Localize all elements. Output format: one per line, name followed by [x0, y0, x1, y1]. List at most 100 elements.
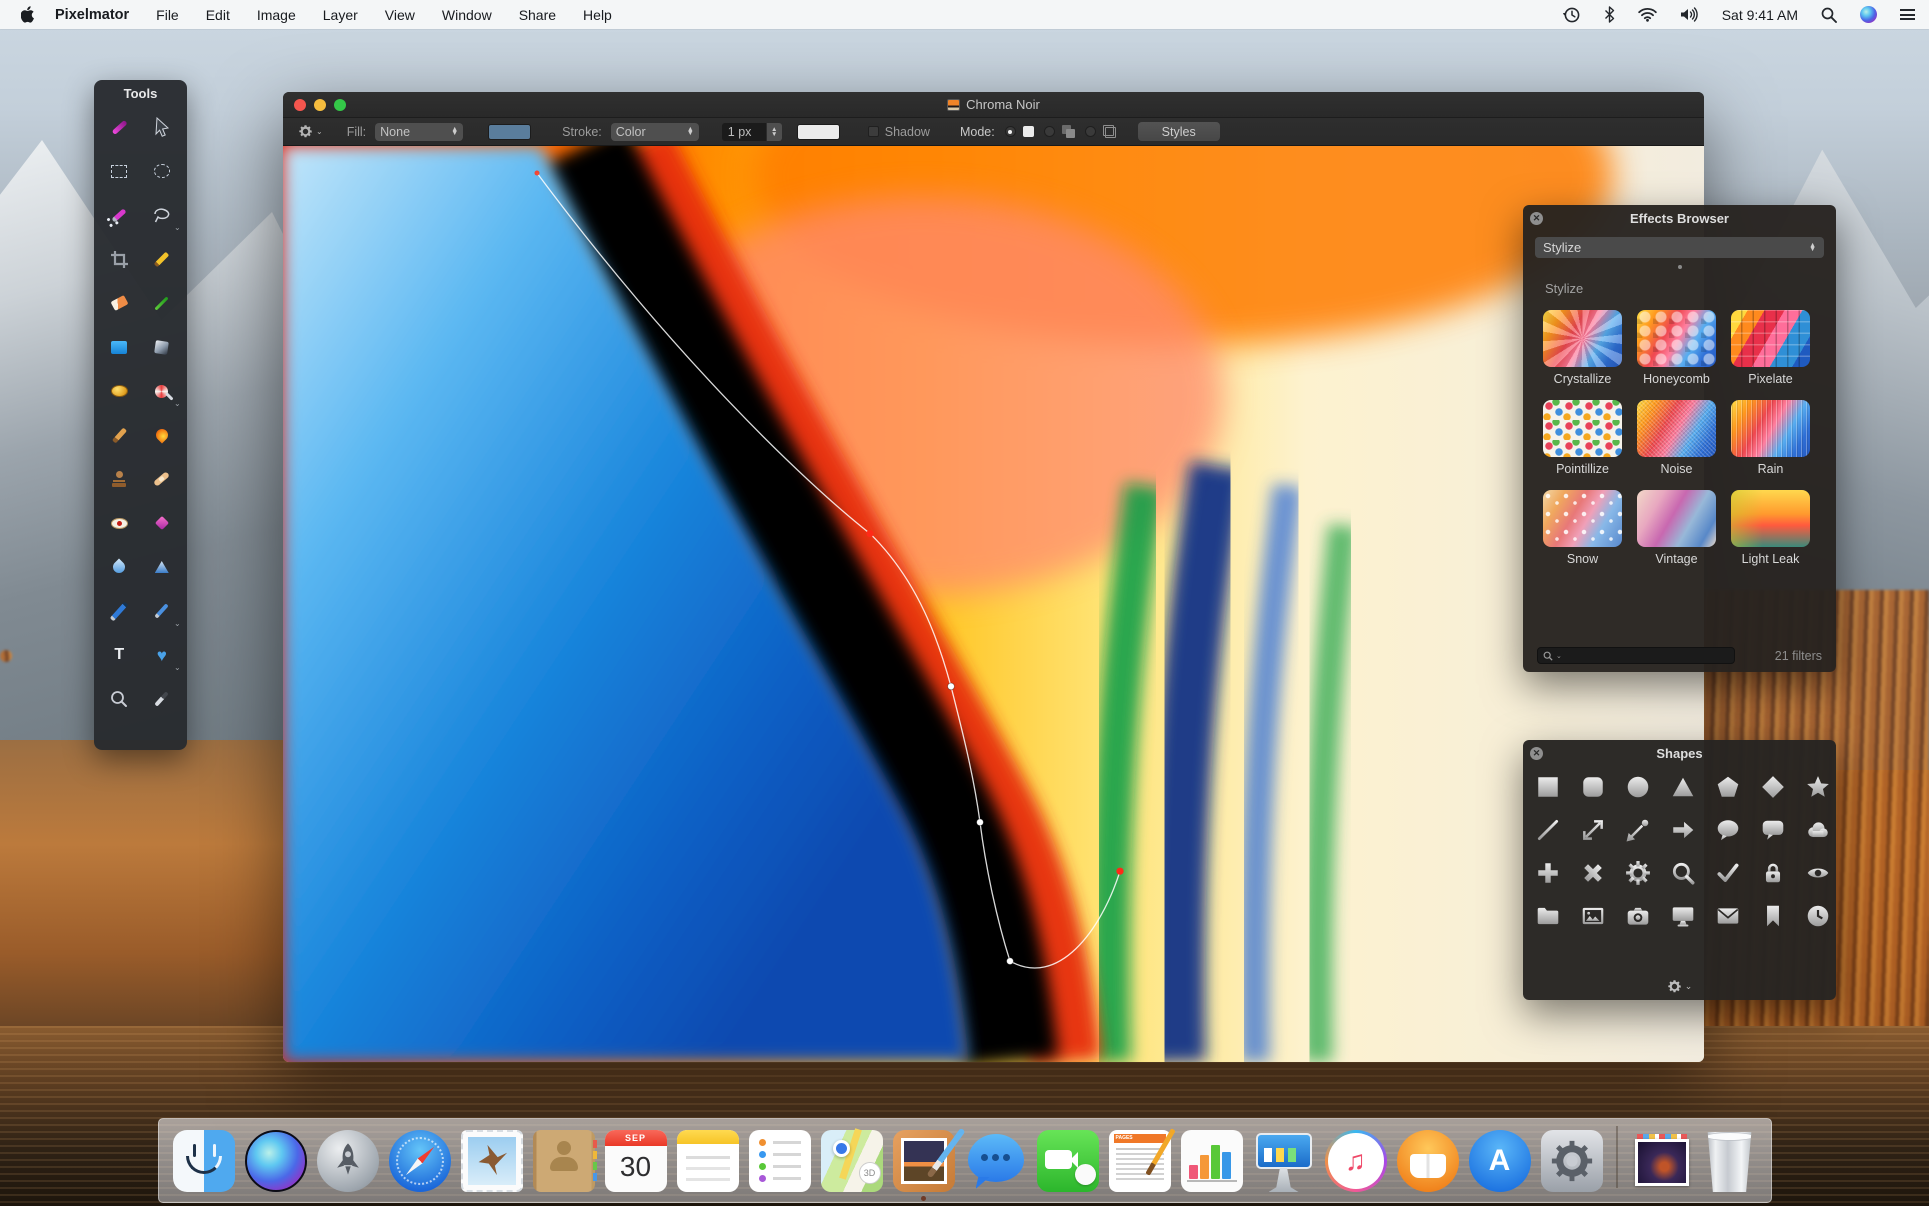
shape-bookmark[interactable] [1758, 901, 1788, 931]
zoom-window-button[interactable] [334, 98, 346, 111]
shapes-settings-button[interactable]: ⌄ [1523, 979, 1836, 994]
shape-folder[interactable] [1533, 901, 1563, 931]
tool-brush[interactable] [100, 416, 138, 454]
styles-button[interactable]: Styles [1137, 122, 1220, 141]
tool-shapes[interactable]: ♥ ⌄ [143, 636, 181, 674]
dock-pages[interactable]: PAGES [1108, 1128, 1176, 1192]
menu-view[interactable]: View [385, 7, 415, 23]
shape-picture[interactable] [1578, 901, 1608, 931]
apple-menu-icon[interactable] [21, 6, 36, 23]
shape-triangle[interactable] [1668, 772, 1698, 802]
shape-display[interactable] [1668, 901, 1698, 931]
bluetooth-icon[interactable] [1604, 6, 1615, 23]
effect-noise[interactable]: Noise [1637, 400, 1716, 476]
tool-elliptical-marquee[interactable] [143, 152, 181, 190]
fill-color-swatch[interactable] [488, 123, 532, 140]
notification-center-icon[interactable] [1900, 9, 1915, 20]
tool-pencil[interactable] [143, 240, 181, 278]
dock-messages[interactable] [965, 1130, 1027, 1192]
path-anchor[interactable] [976, 818, 984, 827]
tool-clone-stamp[interactable] [100, 460, 138, 498]
dock-numbers[interactable] [1180, 1130, 1243, 1192]
shape-clock[interactable] [1803, 901, 1833, 931]
tool-magic-wand[interactable] [100, 196, 138, 234]
tool-color-brush[interactable]: ⌄ [143, 372, 181, 410]
shape-camera[interactable] [1623, 901, 1653, 931]
shape-magnifier[interactable] [1668, 858, 1698, 888]
dock-facetime[interactable] [1036, 1130, 1099, 1192]
shape-pentagon[interactable] [1713, 772, 1743, 802]
shape-rect-callout[interactable] [1758, 815, 1788, 845]
stroke-width-field[interactable]: 1 px [721, 122, 766, 141]
tool-sharpen[interactable] [143, 548, 181, 586]
tool-blur[interactable] [100, 548, 138, 586]
effect-pixelate[interactable]: Pixelate [1731, 310, 1810, 386]
close-panel-button[interactable]: ✕ [1530, 747, 1543, 760]
menu-window[interactable]: Window [442, 7, 492, 23]
effect-honeycomb[interactable]: Honeycomb [1637, 310, 1716, 386]
dock-calendar[interactable]: SEP 30 [604, 1130, 667, 1192]
tool-red-eye[interactable] [100, 504, 138, 542]
tool-pen[interactable] [100, 592, 138, 630]
effect-rain[interactable]: Rain [1731, 400, 1810, 476]
effect-pointillize[interactable]: Pointillize [1543, 400, 1622, 476]
dock-maps[interactable]: 3D [820, 1130, 883, 1192]
mode-radio-fill[interactable] [1004, 126, 1016, 137]
stroke-width-stepper[interactable]: ▲ ▼ [766, 122, 782, 141]
document-proxy-icon[interactable] [947, 99, 961, 111]
effect-vintage[interactable]: Vintage [1637, 490, 1716, 566]
shape-square[interactable] [1533, 772, 1563, 802]
shape-star[interactable] [1803, 772, 1833, 802]
dock-system-preferences[interactable] [1540, 1130, 1603, 1192]
tool-gradient[interactable] [143, 328, 181, 366]
effects-category-popup[interactable]: Stylize ▲ ▼ [1535, 237, 1824, 258]
shape-double-arrow[interactable] [1578, 815, 1608, 845]
shape-plus[interactable] [1533, 858, 1563, 888]
tool-arrow[interactable] [143, 108, 181, 146]
dock-siri[interactable] [244, 1130, 307, 1192]
shape-cross[interactable] [1578, 858, 1608, 888]
effect-light-leak[interactable]: Light Leak [1731, 490, 1810, 566]
shape-lock[interactable] [1758, 858, 1788, 888]
menu-image[interactable]: Image [257, 7, 296, 23]
dock-contacts[interactable] [532, 1130, 597, 1192]
search-input[interactable] [1564, 649, 1729, 662]
tool-lasso[interactable]: ⌄ [143, 196, 181, 234]
menu-help[interactable]: Help [583, 7, 612, 23]
tool-dodge[interactable] [100, 372, 138, 410]
dock-ibooks[interactable] [1396, 1130, 1459, 1192]
shape-connector[interactable] [1623, 815, 1653, 845]
tool-paint-bucket[interactable] [100, 328, 138, 366]
effect-snow[interactable]: Snow [1543, 490, 1622, 566]
dock-pixelmator[interactable] [892, 1127, 965, 1201]
tool-freeform-pen[interactable]: ⌄ [143, 592, 181, 630]
shape-cloud[interactable] [1803, 815, 1833, 845]
close-panel-button[interactable]: ✕ [1530, 212, 1543, 225]
minimize-window-button[interactable] [314, 98, 326, 111]
tool-heal[interactable] [143, 460, 181, 498]
tool-move[interactable] [100, 108, 138, 146]
menu-app-name[interactable]: Pixelmator [55, 7, 129, 23]
shape-circle[interactable] [1623, 772, 1653, 802]
canvas[interactable] [283, 146, 1704, 1062]
path-anchor[interactable] [947, 682, 955, 691]
path-anchor-selected[interactable] [866, 529, 874, 538]
shape-eye[interactable] [1803, 858, 1833, 888]
wifi-icon[interactable] [1638, 7, 1657, 22]
dock-app-store[interactable] [1468, 1130, 1531, 1192]
dock-mail[interactable] [460, 1130, 523, 1192]
dock-launchpad[interactable] [316, 1130, 379, 1192]
dock-keynote[interactable] [1253, 1130, 1315, 1192]
mode-radio-outline[interactable] [1084, 126, 1096, 137]
fill-popup[interactable]: None ▲ ▼ [375, 122, 464, 141]
mode-radio-overlap[interactable] [1043, 126, 1055, 137]
shape-line[interactable] [1533, 815, 1563, 845]
spotlight-icon[interactable] [1821, 7, 1837, 23]
dock-safari[interactable] [388, 1130, 451, 1192]
dock-reminders[interactable] [748, 1130, 811, 1192]
menu-share[interactable]: Share [519, 7, 556, 23]
close-window-button[interactable] [294, 98, 306, 111]
path-anchor[interactable] [1006, 957, 1014, 965]
dock-desktop-pictures-stack[interactable] [1631, 1130, 1693, 1192]
dock-trash[interactable] [1707, 1132, 1752, 1192]
